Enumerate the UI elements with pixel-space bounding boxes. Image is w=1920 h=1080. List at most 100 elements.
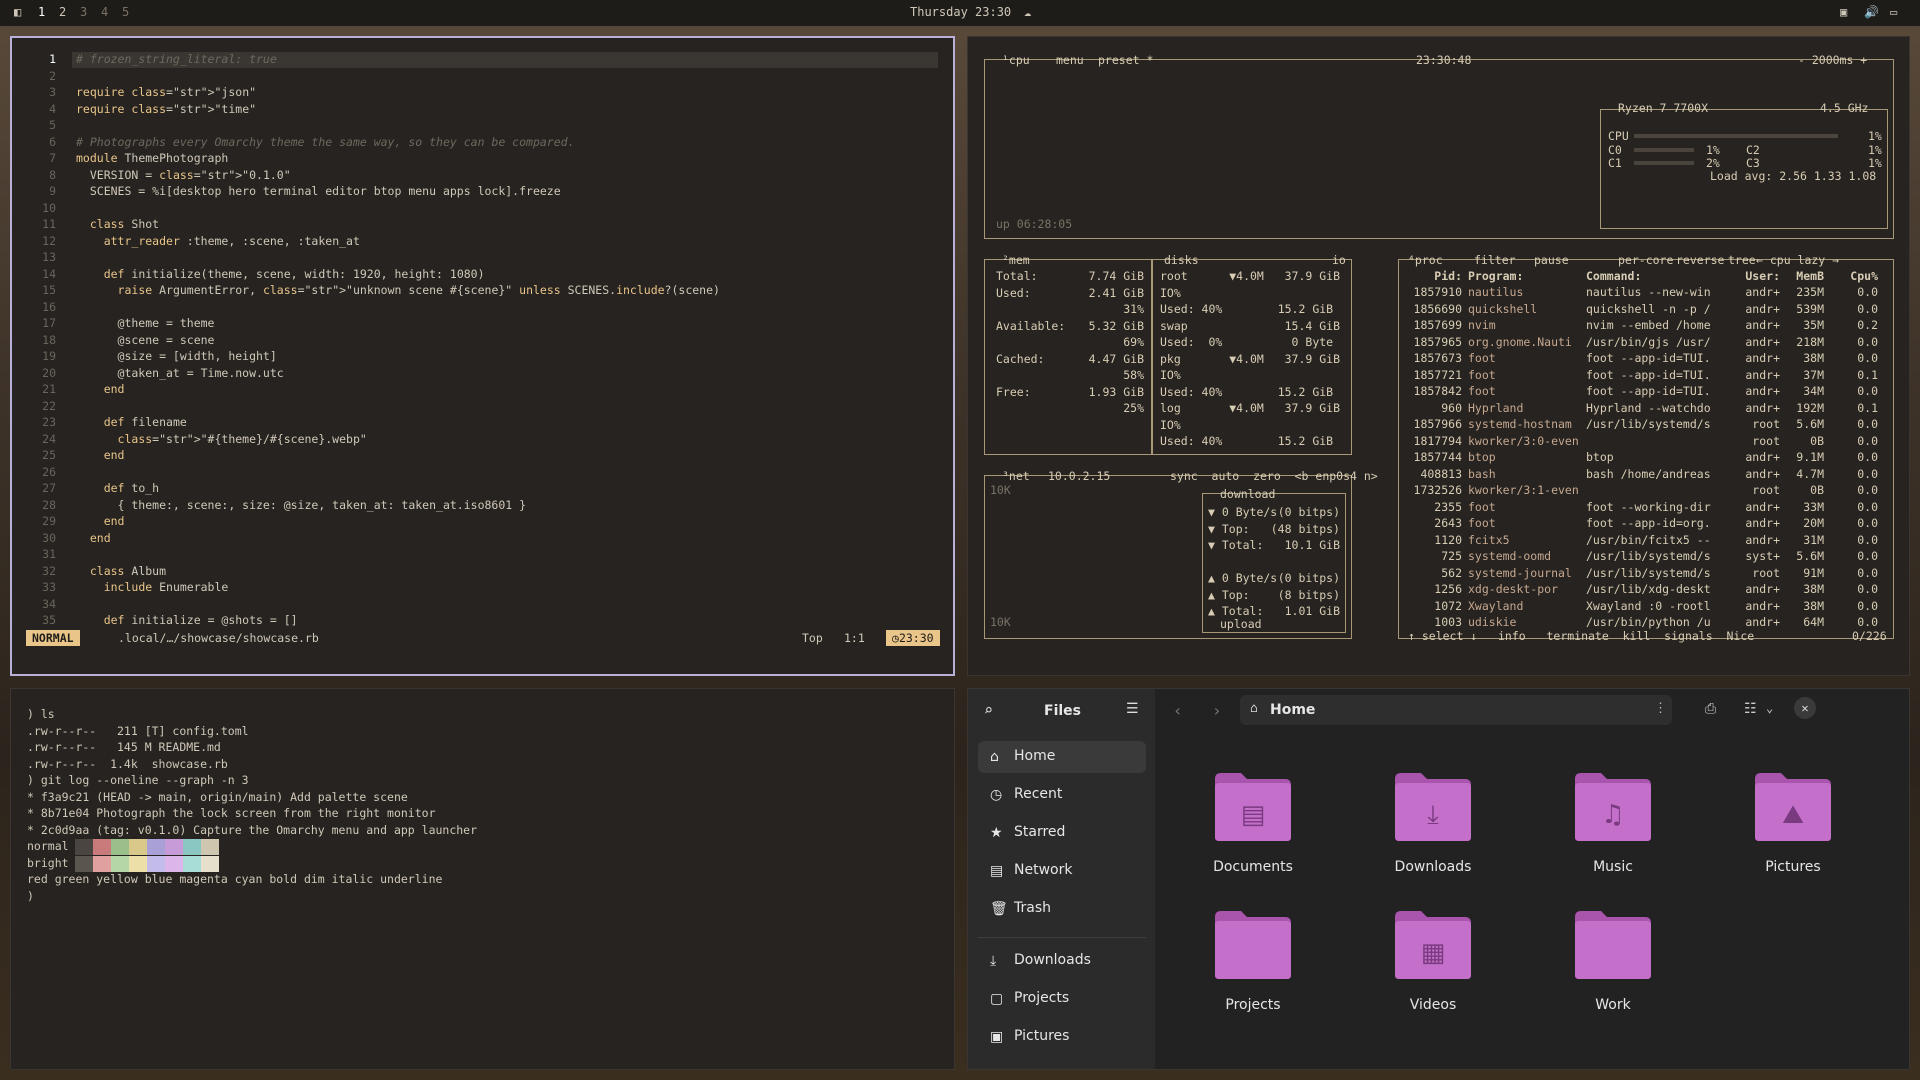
code-line[interactable]: 13 — [12, 250, 942, 267]
proc-cell[interactable]: 9.1M — [1784, 450, 1824, 464]
proc-cell[interactable]: foot --app-id=TUI. — [1586, 368, 1724, 382]
interval-control[interactable]: - 2000ms + — [1798, 53, 1867, 67]
proc-cell[interactable]: 38M — [1784, 599, 1824, 613]
proc-cell[interactable]: udiskie — [1468, 615, 1578, 629]
code-line[interactable]: 23 def filename — [12, 415, 942, 432]
proc-cell[interactable]: Xwayland — [1468, 599, 1578, 613]
proc-cell[interactable]: 0.0 — [1832, 450, 1878, 464]
editor-window[interactable]: 1 # frozen_string_literal: true 2 3 require … — [10, 36, 955, 676]
proc-cell[interactable]: 0.0 — [1832, 335, 1878, 349]
proc-cell[interactable]: fcitx5 — [1468, 533, 1578, 547]
proc-cell[interactable]: root — [1728, 434, 1780, 448]
proc-column-header[interactable]: User: — [1728, 269, 1780, 283]
camera-icon[interactable]: ⎙ — [1705, 701, 1716, 717]
proc-cell[interactable]: 5.6M — [1784, 549, 1824, 563]
proc-cell[interactable]: 0B — [1784, 483, 1824, 497]
proc-cell[interactable]: 0.0 — [1832, 483, 1878, 497]
proc-cell[interactable]: root — [1728, 417, 1780, 431]
proc-cell[interactable]: /usr/lib/systemd/s — [1586, 549, 1724, 563]
proc-cell[interactable]: andr+ — [1728, 318, 1780, 332]
folder-pictures[interactable]: ⛰ Pictures — [1716, 771, 1856, 901]
proc-cell[interactable]: andr+ — [1728, 467, 1780, 481]
proc-cell[interactable]: 539M — [1784, 302, 1824, 316]
proc-cell[interactable]: foot --working-dir — [1586, 500, 1724, 514]
proc-cell[interactable]: 0.0 — [1832, 384, 1878, 398]
proc-cell[interactable]: andr+ — [1728, 302, 1780, 316]
code-line[interactable]: 2 — [12, 69, 942, 86]
folder-work[interactable]: Work — [1536, 909, 1676, 1039]
code-line[interactable]: 4 require class="str">"time" — [12, 102, 942, 119]
proc-cell[interactable]: 35M — [1784, 318, 1824, 332]
proc-cell[interactable]: foot --app-id=TUI. — [1586, 384, 1724, 398]
volume-icon[interactable]: 🔊 — [1864, 5, 1879, 19]
proc-cell[interactable]: 1857965 — [1408, 335, 1462, 349]
workspace-1[interactable]: 1 — [38, 5, 45, 19]
proc-cell[interactable]: 0.0 — [1832, 434, 1878, 448]
proc-cell[interactable]: btop — [1468, 450, 1578, 464]
sidebar-item-home[interactable]: ⌂ Home — [978, 741, 1146, 773]
cpu-tab[interactable]: ¹cpu — [1002, 53, 1030, 67]
code-line[interactable]: 15 raise ArgumentError, class="str">"unk… — [12, 283, 942, 300]
proc-cell[interactable]: 0.0 — [1832, 533, 1878, 547]
proc-cell[interactable]: bash — [1468, 467, 1578, 481]
proc-cell[interactable]: foot --app-id=org. — [1586, 516, 1724, 530]
proc-header-item[interactable]: reverse — [1676, 253, 1724, 267]
btop-window[interactable]: ¹cpu menu preset * 23:30:48 - 2000ms + u… — [967, 36, 1910, 676]
code-line[interactable]: 6 # Photographs every Omarchy theme the s… — [12, 135, 942, 152]
close-icon[interactable]: ✕ — [1794, 697, 1816, 719]
proc-cell[interactable]: 0.0 — [1832, 285, 1878, 299]
proc-cell[interactable]: kworker/3:1-even — [1468, 483, 1578, 497]
workspace-3[interactable]: 3 — [80, 5, 87, 19]
proc-cell[interactable]: foot --app-id=TUI. — [1586, 351, 1724, 365]
proc-header-item[interactable]: ← cpu lazy → — [1756, 253, 1839, 267]
view-options-icon[interactable]: ⌄ — [1766, 701, 1773, 715]
proc-cell[interactable]: 0.0 — [1832, 549, 1878, 563]
proc-column-header[interactable]: MemB — [1784, 269, 1824, 283]
proc-cell[interactable]: 218M — [1784, 335, 1824, 349]
folder-music[interactable]: ♫ Music — [1536, 771, 1676, 901]
code-line[interactable]: 14 def initialize(theme, scene, width: 1… — [12, 267, 942, 284]
proc-footer[interactable]: ↑ select ↓ info terminate kill signals N… — [1408, 629, 1754, 643]
proc-cell[interactable]: andr+ — [1728, 384, 1780, 398]
proc-cell[interactable]: 1857910 — [1408, 285, 1462, 299]
search-icon[interactable]: ⌕ — [984, 701, 993, 719]
proc-cell[interactable]: 64M — [1784, 615, 1824, 629]
proc-cell[interactable]: 0.1 — [1832, 401, 1878, 415]
proc-header-item[interactable]: pause — [1534, 253, 1569, 267]
code-line[interactable]: 17 @theme = theme — [12, 316, 942, 333]
proc-cell[interactable]: andr+ — [1728, 351, 1780, 365]
proc-cell[interactable]: 235M — [1784, 285, 1824, 299]
code-line[interactable]: 32 class Album — [12, 564, 942, 581]
forward-icon[interactable]: › — [1212, 701, 1222, 720]
code-line[interactable]: 35 def initialize = @shots = [] — [12, 613, 942, 630]
proc-cell[interactable]: quickshell -n -p / — [1586, 302, 1724, 316]
proc-cell[interactable]: 1857673 — [1408, 351, 1462, 365]
proc-cell[interactable]: 1120 — [1408, 533, 1462, 547]
proc-cell[interactable]: 1857842 — [1408, 384, 1462, 398]
code-line[interactable]: 21 end — [12, 382, 942, 399]
proc-cell[interactable]: quickshell — [1468, 302, 1578, 316]
proc-header-item[interactable]: ⁴proc — [1408, 253, 1443, 267]
proc-cell[interactable]: foot — [1468, 516, 1578, 530]
proc-cell[interactable]: /usr/lib/systemd/s — [1586, 566, 1724, 580]
proc-cell[interactable]: andr+ — [1728, 401, 1780, 415]
proc-column-header[interactable]: Pid: — [1408, 269, 1462, 283]
proc-cell[interactable]: andr+ — [1728, 599, 1780, 613]
proc-cell[interactable]: /usr/bin/fcitx5 -- — [1586, 533, 1724, 547]
proc-cell[interactable]: 33M — [1784, 500, 1824, 514]
code-line[interactable]: 16 — [12, 300, 942, 317]
list-view-icon[interactable]: ☷ — [1744, 701, 1757, 717]
proc-cell[interactable]: 38M — [1784, 351, 1824, 365]
code-line[interactable]: 9 SCENES = %i[desktop hero terminal edit… — [12, 184, 942, 201]
proc-cell[interactable]: 31M — [1784, 533, 1824, 547]
proc-cell[interactable]: systemd-hostnam — [1468, 417, 1578, 431]
proc-cell[interactable]: foot — [1468, 368, 1578, 382]
proc-cell[interactable]: 20M — [1784, 516, 1824, 530]
proc-column-header[interactable]: Cpu% — [1832, 269, 1878, 283]
terminal-window[interactable]: ) ls .rw-r--r-- 211 [T] config.toml .rw-r-… — [10, 688, 955, 1070]
folder-projects[interactable]: Projects — [1176, 909, 1316, 1039]
proc-cell[interactable]: kworker/3:0-even — [1468, 434, 1578, 448]
proc-cell[interactable]: andr+ — [1728, 368, 1780, 382]
code-line[interactable]: 30 end — [12, 531, 942, 548]
proc-column-header[interactable]: Command: — [1586, 269, 1724, 283]
